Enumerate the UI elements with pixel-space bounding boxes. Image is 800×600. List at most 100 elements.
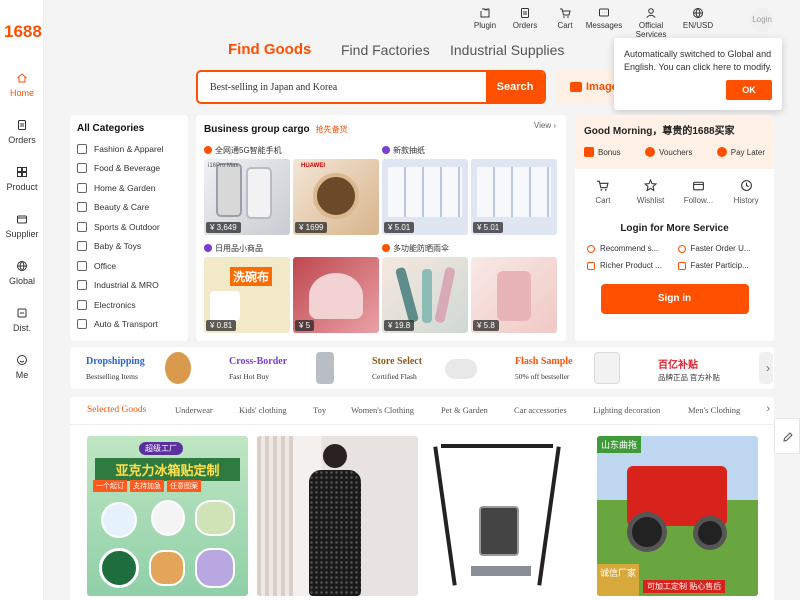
cargo-group[interactable]: 日用品小商品 bbox=[204, 241, 382, 255]
me-icon bbox=[17, 355, 27, 365]
product-card[interactable]: 山东曲拖 诚信厂家 可加工定制 贴心售后 bbox=[597, 436, 758, 596]
site-logo[interactable]: 1688 bbox=[4, 22, 42, 42]
tab-underwear[interactable]: Underwear bbox=[175, 405, 213, 415]
category-item[interactable]: Home & Garden bbox=[77, 178, 181, 198]
category-label: Sports & Outdoor bbox=[94, 221, 160, 232]
rail-item-product[interactable]: Product bbox=[0, 166, 44, 192]
product-thumb[interactable]: i16Pro Max ¥ 3,649 bbox=[204, 159, 290, 235]
topnav-label: Cart bbox=[557, 21, 573, 30]
left-rail: 1688 Home Orders Product Supplier Global… bbox=[0, 0, 44, 600]
rail-item-me[interactable]: Me bbox=[0, 354, 44, 380]
service-faster-participate: Faster Particip... bbox=[677, 261, 763, 270]
product-thumb[interactable]: HUAWEI ¥ 1699 bbox=[293, 159, 379, 235]
distribution-icon bbox=[17, 308, 27, 318]
category-label: Auto & Transport bbox=[94, 319, 158, 330]
search-button[interactable]: Search bbox=[486, 72, 544, 102]
popup-ok-button[interactable]: OK bbox=[726, 80, 772, 100]
product-thumb[interactable]: ¥ 5 bbox=[293, 257, 379, 333]
card-badge: 诚信厂家 bbox=[597, 564, 639, 596]
cargo-group[interactable]: 新款抽纸 bbox=[382, 143, 560, 157]
promo-cross-border[interactable]: Cross-Border Fast Hot Buy bbox=[213, 347, 356, 389]
industrial-icon bbox=[77, 280, 87, 291]
topnav-language[interactable]: EN/USD bbox=[682, 7, 714, 30]
quick-cart[interactable]: Cart bbox=[583, 179, 623, 205]
baby-toys-icon bbox=[77, 241, 87, 252]
edit-button[interactable] bbox=[774, 418, 800, 454]
food-icon bbox=[77, 163, 87, 174]
category-item[interactable]: Auto & Transport bbox=[77, 315, 181, 335]
cargo-group[interactable]: 多功能防晒雨伞 bbox=[382, 241, 560, 255]
topnav-official-services[interactable]: Official Services bbox=[623, 7, 679, 39]
category-item[interactable]: Sports & Outdoor bbox=[77, 217, 181, 237]
rail-item-supplier[interactable]: Supplier bbox=[0, 213, 44, 239]
perk-pay-later[interactable]: Pay Later bbox=[716, 147, 765, 157]
product-price: ¥ 1699 bbox=[295, 222, 328, 233]
category-item[interactable]: Electronics bbox=[77, 295, 181, 315]
product-thumb[interactable]: ¥ 5.8 bbox=[471, 257, 557, 333]
topnav-label: Official Services bbox=[635, 21, 667, 39]
tab-pet-garden[interactable]: Pet & Garden bbox=[441, 405, 488, 415]
category-label: Fashion & Apparel bbox=[94, 143, 164, 154]
search-input[interactable] bbox=[198, 72, 478, 102]
topnav-orders[interactable]: Orders bbox=[510, 7, 540, 30]
cargo-view-link[interactable]: View › bbox=[534, 121, 556, 130]
topnav-cart[interactable]: Cart bbox=[550, 7, 580, 30]
category-item[interactable]: Office bbox=[77, 256, 181, 276]
quick-follow[interactable]: Follow... bbox=[678, 179, 718, 205]
topnav-messages[interactable]: Messages bbox=[584, 7, 624, 30]
perk-label: Bonus bbox=[598, 147, 621, 157]
promo-dropshipping[interactable]: Dropshipping Bestselling Items bbox=[70, 347, 213, 389]
tab-industrial-supplies[interactable]: Industrial Supplies bbox=[450, 42, 564, 58]
chevron-right-icon[interactable]: › bbox=[766, 361, 770, 375]
promo-store-select[interactable]: Store Select Certified Flash bbox=[356, 347, 499, 389]
sign-in-button[interactable]: Sign in bbox=[600, 284, 749, 314]
product-card[interactable] bbox=[427, 436, 588, 596]
promo-flash-sample[interactable]: Flash Sample 50% off bestseller bbox=[499, 347, 642, 389]
product-thumb[interactable]: ¥ 5.01 bbox=[382, 159, 468, 235]
product-thumb[interactable]: 洗碗布 ¥ 0.81 bbox=[204, 257, 290, 333]
perk-vouchers[interactable]: Vouchers bbox=[645, 147, 692, 157]
topnav-plugin[interactable]: Plugin bbox=[470, 7, 500, 30]
card-chip: 支持加急 bbox=[130, 480, 164, 492]
category-item[interactable]: Fashion & Apparel bbox=[77, 139, 181, 159]
group-label: 日用品小商品 bbox=[215, 243, 263, 253]
tab-kids-clothing[interactable]: Kids' clothing bbox=[239, 405, 287, 415]
perk-bonus[interactable]: Bonus bbox=[584, 147, 621, 157]
tab-mens-clothing[interactable]: Men's Clothing bbox=[688, 405, 740, 415]
product-card[interactable] bbox=[257, 436, 418, 596]
category-item[interactable]: Industrial & MRO bbox=[77, 276, 181, 296]
tab-find-goods[interactable]: Find Goods bbox=[228, 41, 311, 58]
tab-lighting-decoration[interactable]: Lighting decoration bbox=[593, 405, 660, 415]
chevron-right-icon[interactable]: › bbox=[766, 403, 770, 415]
promo-subtitle: 50% off bestseller bbox=[515, 372, 570, 381]
quick-wishlist[interactable]: Wishlist bbox=[631, 179, 671, 205]
promo-strip: Dropshipping Bestselling Items Cross-Bor… bbox=[70, 347, 774, 389]
rail-item-dist[interactable]: Dist. bbox=[0, 307, 44, 333]
rail-item-global[interactable]: Global bbox=[0, 260, 44, 286]
product-card[interactable]: 超级工厂 亚克力冰箱贴定制 一个起订 支持加急 任意图案 bbox=[87, 436, 248, 596]
rail-item-home[interactable]: Home bbox=[0, 72, 44, 98]
tab-selected-goods[interactable]: Selected Goods bbox=[87, 405, 146, 415]
rail-label: Home bbox=[9, 88, 34, 98]
product-price: ¥ 5.01 bbox=[473, 222, 504, 233]
product-thumb[interactable]: ¥ 5.01 bbox=[471, 159, 557, 235]
product-price: ¥ 0.81 bbox=[206, 320, 237, 331]
tab-toy[interactable]: Toy bbox=[313, 405, 326, 415]
tab-car-accessories[interactable]: Car accessories bbox=[514, 405, 567, 415]
tab-womens-clothing[interactable]: Women's Clothing bbox=[351, 405, 414, 415]
quick-history[interactable]: History bbox=[726, 179, 766, 205]
cargo-group[interactable]: 全网通5G智能手机 bbox=[204, 143, 382, 157]
product-thumb[interactable]: ¥ 19.8 bbox=[382, 257, 468, 333]
service-label: Recommend s... bbox=[600, 244, 659, 253]
category-label: Baby & Toys bbox=[94, 241, 142, 252]
category-item[interactable]: Baby & Toys bbox=[77, 237, 181, 257]
category-item[interactable]: Food & Beverage bbox=[77, 159, 181, 179]
rail-item-orders[interactable]: Orders bbox=[0, 119, 44, 145]
category-item[interactable]: Beauty & Care bbox=[77, 198, 181, 218]
fire-icon bbox=[382, 244, 390, 252]
quick-label: History bbox=[733, 196, 759, 205]
promo-subsidy[interactable]: 百亿补贴 品牌正品 官方补贴 bbox=[642, 347, 785, 389]
tab-find-factories[interactable]: Find Factories bbox=[341, 42, 430, 58]
categories-panel: All Categories Fashion & Apparel Food & … bbox=[70, 115, 188, 341]
login-button[interactable]: Login bbox=[750, 8, 774, 32]
